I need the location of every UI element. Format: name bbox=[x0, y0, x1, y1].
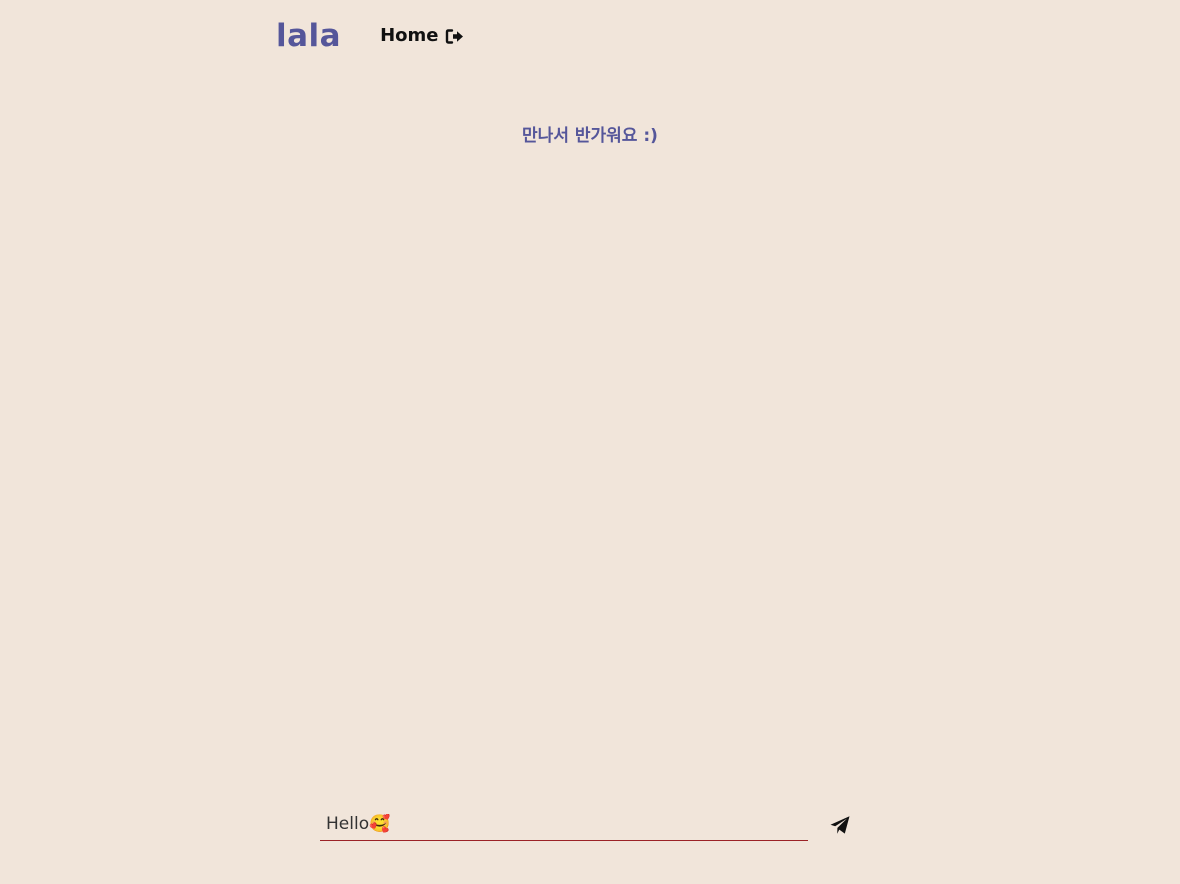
chat-page: lala Home 만나서 반가워요 :) bbox=[0, 0, 1180, 884]
send-button[interactable] bbox=[826, 812, 854, 838]
sign-out-icon bbox=[445, 28, 464, 45]
message-input[interactable] bbox=[320, 808, 808, 841]
greeting-text: 만나서 반가워요 :) bbox=[522, 126, 658, 146]
home-label: Home bbox=[380, 25, 439, 46]
header: lala Home bbox=[276, 16, 464, 56]
logo[interactable]: lala bbox=[276, 16, 341, 56]
message-form bbox=[320, 808, 860, 844]
paper-plane-icon bbox=[829, 815, 851, 835]
home-link[interactable]: Home bbox=[380, 16, 463, 56]
